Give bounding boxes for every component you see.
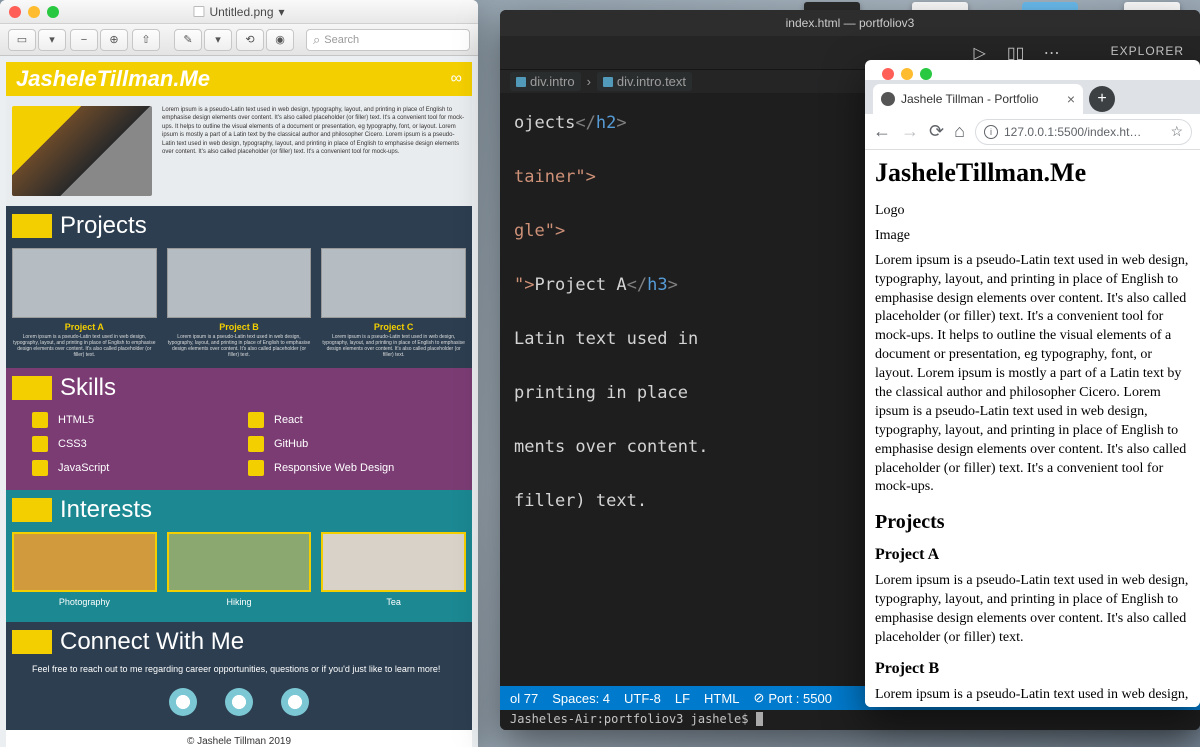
project-a-heading: Project A: [875, 546, 1190, 564]
linkedin-icon: [281, 688, 309, 716]
project-b-heading: Project B: [875, 660, 1190, 678]
status-spaces[interactable]: Spaces: 4: [552, 691, 610, 706]
project-a-desc: Lorem ipsum is a pseudo-Latin text used …: [875, 572, 1190, 648]
more-actions-icon[interactable]: ⋯: [1043, 44, 1061, 62]
reload-button[interactable]: ⟳: [929, 121, 944, 142]
markup-pen-button[interactable]: ✎: [174, 29, 202, 51]
maximize-button[interactable]: [920, 68, 932, 80]
view-menu-button[interactable]: ▾: [38, 29, 66, 51]
status-lang[interactable]: HTML: [704, 691, 739, 706]
home-button[interactable]: ⌂: [954, 121, 965, 142]
new-tab-button[interactable]: +: [1089, 86, 1115, 112]
mock-avatar-image: [12, 106, 152, 196]
projects-heading: Projects: [875, 511, 1190, 534]
tab-close-icon[interactable]: ×: [1067, 91, 1075, 107]
file-icon: [193, 6, 204, 17]
infinity-logo-icon: ∞: [451, 70, 462, 88]
page-content: JasheleTillman.Me Logo Image Lorem ipsum…: [865, 150, 1200, 707]
explorer-title: EXPLORER: [1111, 44, 1184, 62]
title-dropdown-icon[interactable]: ▾: [279, 5, 285, 19]
image-alt-text: Image: [875, 227, 1190, 246]
mock-intro-text: Lorem ipsum is a pseudo-Latin text used …: [162, 106, 466, 196]
chrome-tabstrip: Jashele Tillman - Portfolio × +: [865, 80, 1200, 114]
search-input[interactable]: Search: [306, 29, 470, 51]
status-eol[interactable]: LF: [675, 691, 690, 706]
run-icon[interactable]: ▷: [971, 44, 989, 62]
mock-project-card: Project B Lorem ipsum is a pseudo-Latin …: [167, 248, 312, 358]
mock-projects-section: Projects Project A Lorem ipsum is a pseu…: [6, 206, 472, 368]
logo-alt-text: Logo: [875, 202, 1190, 221]
chrome-window: Jashele Tillman - Portfolio × + ← → ⟳ ⌂ …: [865, 60, 1200, 707]
markup-toggle-button[interactable]: ◉: [266, 29, 294, 51]
share-button[interactable]: ⇧: [132, 29, 160, 51]
github-social-icon: [225, 688, 253, 716]
globe-icon: [881, 92, 895, 106]
mock-interests-section: Interests Photography Hiking Tea: [6, 490, 472, 622]
sidebar-toggle-button[interactable]: ▭: [8, 29, 36, 51]
page-title: JasheleTillman.Me: [875, 158, 1190, 188]
zoom-in-button[interactable]: ⊕: [100, 29, 128, 51]
minimize-button[interactable]: [28, 6, 40, 18]
tab-title: Jashele Tillman - Portfolio: [901, 92, 1038, 106]
search-icon: [313, 32, 320, 48]
rotate-button[interactable]: ⟲: [236, 29, 264, 51]
minimize-button[interactable]: [901, 68, 913, 80]
intro-paragraph: Lorem ipsum is a pseudo-Latin text used …: [875, 252, 1190, 498]
status-col[interactable]: ol 77: [510, 691, 538, 706]
split-editor-icon[interactable]: ▯▯: [1007, 44, 1025, 62]
email-icon: [169, 688, 197, 716]
chrome-toolbar: ← → ⟳ ⌂ i 127.0.0.1:5500/index.ht… ☆: [865, 114, 1200, 150]
forward-button[interactable]: →: [901, 121, 919, 142]
status-encoding[interactable]: UTF-8: [624, 691, 661, 706]
maximize-button[interactable]: [47, 6, 59, 18]
close-button[interactable]: [9, 6, 21, 18]
browser-tab[interactable]: Jashele Tillman - Portfolio ×: [873, 84, 1083, 114]
html5-icon: [32, 412, 48, 428]
bookmark-star-icon[interactable]: ☆: [1170, 123, 1183, 140]
javascript-icon: [32, 460, 48, 476]
preview-toolbar: ▭ ▾ − ⊕ ⇧ ✎ ▾ ⟲ ◉ Search: [0, 24, 478, 56]
address-bar[interactable]: i 127.0.0.1:5500/index.ht… ☆: [975, 119, 1192, 145]
project-b-desc: Lorem ipsum is a pseudo-Latin text used …: [875, 686, 1190, 707]
css3-icon: [32, 436, 48, 452]
zoom-out-button[interactable]: −: [70, 29, 98, 51]
mock-project-card: Project C Lorem ipsum is a pseudo-Latin …: [321, 248, 466, 358]
mock-design: JasheleTillman.Me ∞ Lorem ipsum is a pse…: [6, 62, 472, 747]
terminal[interactable]: Jasheles-Air:portfoliov3 jashele$: [500, 710, 1200, 730]
mock-skills-section: Skills HTML5 React CSS3 GitHub JavaScrip…: [6, 368, 472, 490]
status-port[interactable]: Port : 5500: [753, 690, 832, 706]
preview-canvas: JasheleTillman.Me ∞ Lorem ipsum is a pse…: [0, 56, 478, 747]
markup-menu-button[interactable]: ▾: [204, 29, 232, 51]
back-button[interactable]: ←: [873, 121, 891, 142]
responsive-icon: [248, 460, 264, 476]
vscode-titlebar: index.html — portfoliov3: [500, 10, 1200, 36]
github-icon: [248, 436, 264, 452]
mock-connect-section: Connect With Me Feel free to reach out t…: [6, 622, 472, 730]
mock-footer: © Jashele Tillman 2019: [6, 730, 472, 747]
mock-brand: JasheleTillman.Me: [16, 66, 210, 92]
close-button[interactable]: [882, 68, 894, 80]
react-icon: [248, 412, 264, 428]
site-info-icon[interactable]: i: [984, 125, 998, 139]
preview-titlebar: Untitled.png ▾: [0, 0, 478, 24]
mock-project-card: Project A Lorem ipsum is a pseudo-Latin …: [12, 248, 157, 358]
window-title: Untitled.png: [209, 5, 273, 19]
preview-window: Untitled.png ▾ ▭ ▾ − ⊕ ⇧ ✎ ▾ ⟲ ◉ Search …: [0, 0, 478, 747]
no-entry-icon: [753, 690, 764, 706]
